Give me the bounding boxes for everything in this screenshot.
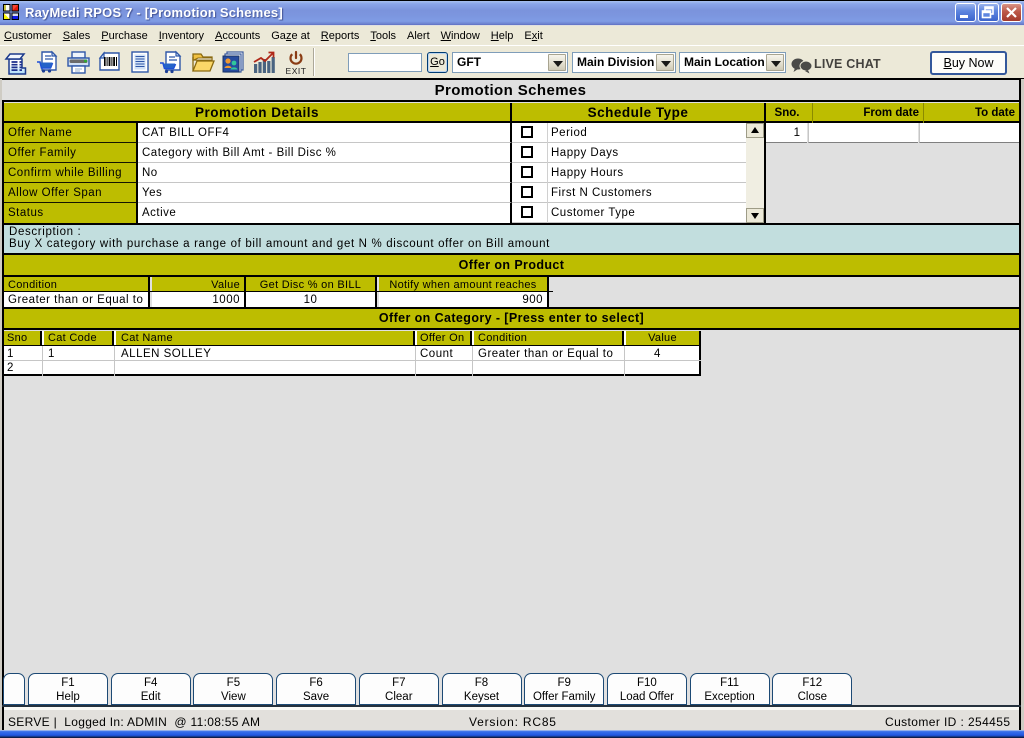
- svg-text:EXIT: EXIT: [286, 66, 306, 75]
